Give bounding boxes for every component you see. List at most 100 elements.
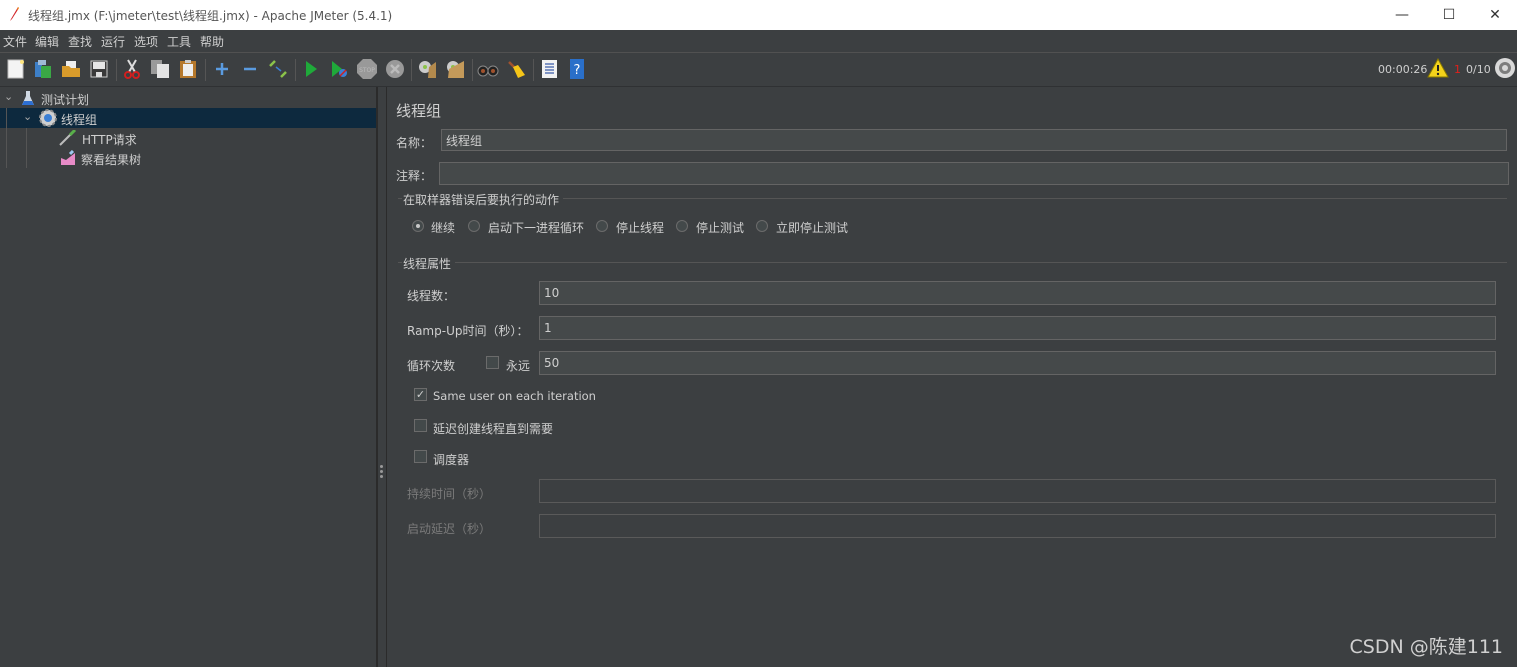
group-border bbox=[398, 198, 402, 199]
jmeter-feather-icon bbox=[8, 6, 20, 22]
svg-text:?: ? bbox=[574, 63, 581, 78]
group-border bbox=[455, 262, 1507, 263]
test-plan-icon bbox=[21, 90, 35, 109]
search-icon[interactable] bbox=[477, 58, 499, 80]
menu-options[interactable]: 选项 bbox=[134, 33, 158, 50]
save-icon[interactable] bbox=[88, 58, 110, 80]
minimize-button[interactable]: — bbox=[1379, 0, 1425, 30]
delay-thread-creation-label: 延迟创建线程直到需要 bbox=[433, 422, 554, 436]
close-button[interactable]: ✕ bbox=[1472, 0, 1517, 30]
same-user-label: Same user on each iteration bbox=[433, 389, 596, 403]
toolbar: STOP ? 00:00:26 1 0/10 bbox=[0, 53, 1517, 87]
comment-input[interactable] bbox=[439, 162, 1509, 185]
toggle-icon[interactable] bbox=[267, 58, 289, 80]
startup-delay-label: 启动延迟（秒） bbox=[407, 522, 492, 536]
chevron-down-icon[interactable]: ⌄ bbox=[4, 90, 13, 103]
menu-help[interactable]: 帮助 bbox=[200, 33, 224, 50]
function-helper-icon[interactable] bbox=[538, 58, 560, 80]
menu-search[interactable]: 查找 bbox=[68, 33, 92, 50]
watermark: CSDN @陈建111 bbox=[1349, 636, 1503, 658]
help-icon[interactable]: ? bbox=[566, 58, 588, 80]
maximize-button[interactable]: ☐ bbox=[1426, 0, 1472, 30]
divider-grip-dot bbox=[380, 470, 383, 473]
threads-input[interactable] bbox=[539, 281, 1496, 305]
open-icon[interactable] bbox=[60, 58, 82, 80]
rampup-label: Ramp-Up时间（秒）： bbox=[407, 324, 529, 338]
delay-thread-creation-checkbox[interactable] bbox=[414, 419, 427, 432]
elapsed-time: 00:00:26 bbox=[1378, 63, 1428, 76]
radio-start-next-loop[interactable] bbox=[468, 220, 480, 232]
tree-item-view-results-tree[interactable]: 察看结果树 bbox=[0, 148, 376, 168]
collapse-icon[interactable] bbox=[239, 58, 261, 80]
name-label: 名称： bbox=[396, 136, 433, 150]
chevron-down-icon[interactable]: ⌄ bbox=[23, 110, 32, 123]
menu-run[interactable]: 运行 bbox=[101, 33, 125, 50]
start-no-timers-icon[interactable] bbox=[328, 58, 350, 80]
toolbar-separator bbox=[472, 59, 473, 81]
clear-icon[interactable] bbox=[416, 58, 438, 80]
duration-input[interactable] bbox=[539, 479, 1496, 503]
thread-group-panel: 线程组 名称： 注释： 在取样器错误后要执行的动作 继续 启动下一进程循环 停止… bbox=[386, 87, 1517, 667]
toolbar-separator bbox=[205, 59, 206, 81]
remote-status-icon[interactable] bbox=[1494, 57, 1516, 79]
active-threads: 0/10 bbox=[1466, 63, 1491, 76]
same-user-checkbox[interactable]: ✓ bbox=[414, 388, 427, 401]
reset-search-icon[interactable] bbox=[505, 58, 527, 80]
error-action-title: 在取样器错误后要执行的动作 bbox=[403, 193, 560, 207]
copy-icon[interactable] bbox=[149, 58, 171, 80]
cut-icon[interactable] bbox=[121, 58, 143, 80]
expand-icon[interactable] bbox=[211, 58, 233, 80]
radio-stop-thread[interactable] bbox=[596, 220, 608, 232]
shutdown-icon[interactable] bbox=[384, 58, 406, 80]
tree-item-label: 测试计划 bbox=[41, 93, 90, 107]
divider-grip-dot bbox=[380, 465, 383, 468]
menu-tools[interactable]: 工具 bbox=[167, 33, 191, 50]
radio-label: 停止测试 bbox=[696, 221, 745, 235]
radio-stop-test-now[interactable] bbox=[756, 220, 768, 232]
tree-item-thread-group[interactable]: ⌄ 线程组 bbox=[0, 108, 376, 128]
tree-item-label: 察看结果树 bbox=[81, 153, 142, 167]
scheduler-label: 调度器 bbox=[433, 453, 470, 467]
window-title: 线程组.jmx (F:\jmeter\test\线程组.jmx) - Apach… bbox=[28, 9, 393, 23]
tree-item-http-request[interactable]: HTTP请求 bbox=[0, 128, 376, 168]
test-plan-tree: ⌄ 测试计划 ⌄ 线程组 HTTP请求 察看结果树 bbox=[0, 87, 377, 667]
threads-label: 线程数： bbox=[407, 289, 456, 303]
comment-label: 注释： bbox=[396, 169, 433, 183]
start-icon[interactable] bbox=[300, 58, 322, 80]
new-icon[interactable] bbox=[5, 58, 27, 80]
scheduler-checkbox[interactable] bbox=[414, 450, 427, 463]
stop-icon[interactable]: STOP bbox=[356, 58, 378, 80]
thread-properties-title: 线程属性 bbox=[403, 257, 452, 271]
toolbar-separator bbox=[533, 59, 534, 81]
rampup-input[interactable] bbox=[539, 316, 1496, 340]
title-bar: 线程组.jmx (F:\jmeter\test\线程组.jmx) - Apach… bbox=[0, 0, 1517, 30]
toolbar-separator bbox=[116, 59, 117, 81]
thread-group-icon bbox=[39, 109, 57, 130]
forever-checkbox[interactable] bbox=[486, 356, 499, 369]
menu-file[interactable]: 文件 bbox=[3, 33, 27, 50]
tree-item-label: 线程组 bbox=[61, 113, 98, 127]
menu-edit[interactable]: 编辑 bbox=[35, 33, 59, 50]
svg-text:STOP: STOP bbox=[359, 67, 375, 74]
tree-item-test-plan[interactable]: ⌄ 测试计划 bbox=[0, 88, 376, 108]
listener-icon bbox=[60, 149, 76, 169]
paste-icon[interactable] bbox=[177, 58, 199, 80]
divider-grip-dot bbox=[380, 475, 383, 478]
loop-count-input[interactable] bbox=[539, 351, 1496, 375]
radio-label: 立即停止测试 bbox=[776, 221, 849, 235]
panel-title: 线程组 bbox=[396, 102, 442, 120]
error-count: 1 bbox=[1454, 63, 1461, 76]
startup-delay-input[interactable] bbox=[539, 514, 1496, 538]
warning-icon[interactable] bbox=[1427, 57, 1449, 79]
toolbar-separator bbox=[295, 59, 296, 81]
templates-icon[interactable] bbox=[32, 58, 54, 80]
duration-label: 持续时间（秒） bbox=[407, 487, 492, 501]
name-input[interactable] bbox=[441, 129, 1507, 151]
radio-stop-test[interactable] bbox=[676, 220, 688, 232]
tree-guide-line bbox=[6, 108, 7, 128]
radio-continue[interactable] bbox=[412, 220, 424, 232]
toolbar-separator bbox=[411, 59, 412, 81]
clear-all-icon[interactable] bbox=[444, 58, 466, 80]
sampler-icon bbox=[59, 128, 77, 149]
loop-count-label: 循环次数 bbox=[407, 359, 456, 373]
